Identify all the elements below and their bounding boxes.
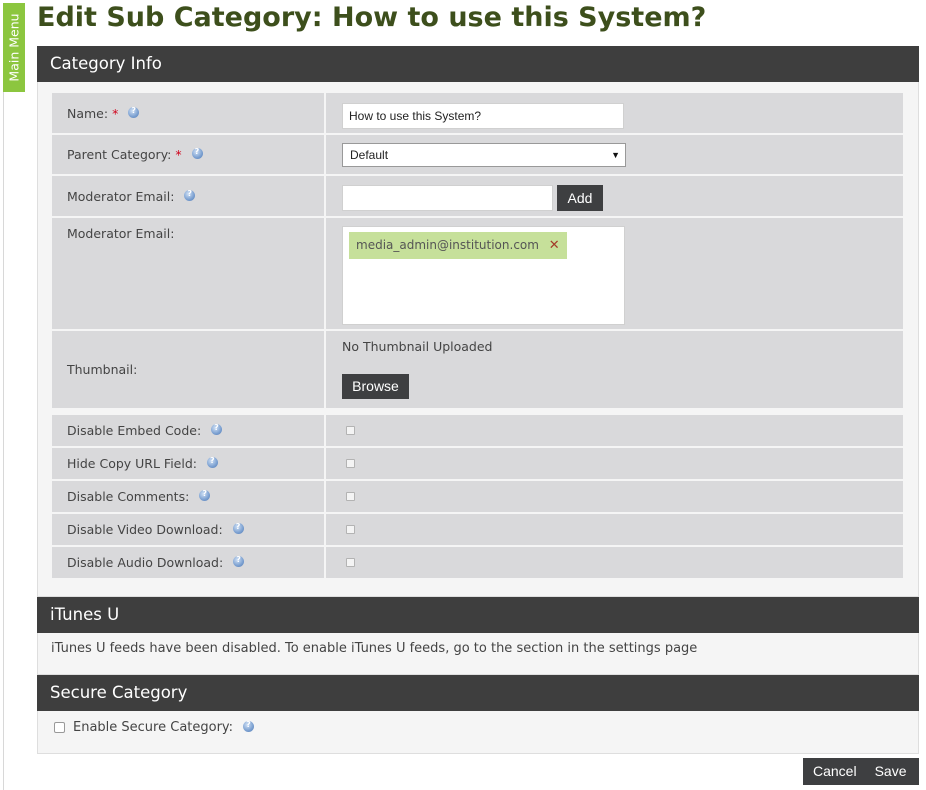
category-info-header: Category Info — [37, 46, 919, 82]
required-marker: * — [112, 105, 119, 121]
parent-category-select[interactable]: Default ▼ — [342, 143, 626, 167]
help-icon[interactable] — [128, 106, 140, 118]
disable-video-download-label-cell: Disable Video Download: — [52, 514, 324, 545]
thumbnail-status: No Thumbnail Uploaded — [342, 339, 493, 354]
moderator-email-list-label: Moderator Email: — [67, 226, 175, 241]
disable-audio-download-label: Disable Audio Download: — [67, 555, 224, 570]
name-input[interactable]: How to use this System? — [342, 103, 624, 129]
thumbnail-row: Thumbnail: No Thumbnail Uploaded Browse — [52, 331, 903, 408]
name-value-cell: How to use this System? — [326, 93, 903, 133]
help-icon[interactable] — [207, 456, 218, 468]
email-tag-text: media_admin@institution.com — [356, 238, 539, 252]
itunes-message: iTunes U feeds have been disabled. To en… — [51, 641, 698, 656]
moderator-email-label: Moderator Email: — [67, 188, 175, 204]
left-rule — [3, 92, 4, 790]
footer-actions: Cancel Save — [803, 758, 919, 785]
disable-video-download-checkbox[interactable] — [346, 525, 355, 534]
page-title: Edit Sub Category: How to use this Syste… — [37, 2, 707, 33]
disable-embed-code-label-cell: Disable Embed Code: — [52, 415, 324, 446]
disable-audio-download-label-cell: Disable Audio Download: — [52, 547, 324, 578]
disable-audio-download-row: Disable Audio Download: — [52, 547, 903, 578]
disable-comments-checkbox[interactable] — [346, 492, 355, 501]
browse-button[interactable]: Browse — [342, 374, 409, 399]
moderator-email-list-label-cell: Moderator Email: — [52, 218, 324, 329]
thumbnail-label-cell: Thumbnail: — [52, 331, 324, 408]
name-row: Name: * How to use this System? — [52, 93, 903, 133]
moderator-email-list: media_admin@institution.com ✕ — [342, 226, 625, 325]
disable-video-download-row: Disable Video Download: — [52, 514, 903, 545]
moderator-email-value-cell: Add — [326, 176, 903, 216]
parent-category-label: Parent Category: — [67, 147, 172, 162]
add-email-button[interactable]: Add — [557, 185, 603, 211]
moderator-email-input[interactable] — [342, 185, 553, 211]
disable-comments-label-cell: Disable Comments: — [52, 481, 324, 512]
help-icon[interactable] — [211, 423, 223, 435]
parent-category-label-cell: Parent Category: * — [52, 135, 324, 174]
disable-audio-download-value-cell — [326, 547, 903, 578]
disable-embed-code-row: Disable Embed Code: — [52, 415, 903, 446]
moderator-email-list-row: Moderator Email: media_admin@institution… — [52, 218, 903, 329]
required-marker: * — [175, 147, 182, 162]
thumbnail-value-cell: No Thumbnail Uploaded Browse — [326, 331, 903, 408]
disable-video-download-value-cell — [326, 514, 903, 545]
help-icon[interactable] — [199, 489, 211, 501]
disable-embed-code-value-cell — [326, 415, 903, 446]
disable-comments-row: Disable Comments: — [52, 481, 903, 512]
disable-embed-code-checkbox[interactable] — [346, 426, 355, 435]
hide-copy-url-label-cell: Hide Copy URL Field: — [52, 448, 324, 479]
hide-copy-url-label: Hide Copy URL Field: — [67, 456, 197, 471]
hide-copy-url-row: Hide Copy URL Field: — [52, 448, 903, 479]
disable-comments-label: Disable Comments: — [67, 489, 190, 504]
main-menu-label: Main Menu — [6, 13, 22, 82]
name-label-cell: Name: * — [52, 93, 324, 133]
main-menu-tab[interactable]: Main Menu — [3, 3, 25, 92]
moderator-email-input-row: Moderator Email: Add — [52, 176, 903, 216]
parent-category-selected: Default — [350, 148, 389, 162]
hide-copy-url-checkbox[interactable] — [346, 459, 355, 468]
disable-video-download-label: Disable Video Download: — [67, 522, 223, 537]
name-label: Name: — [67, 105, 109, 121]
thumbnail-label: Thumbnail: — [67, 362, 138, 377]
hide-copy-url-value-cell — [326, 448, 903, 479]
secure-category-header: Secure Category — [37, 675, 919, 711]
itunes-header: iTunes U — [37, 597, 919, 633]
email-tag: media_admin@institution.com ✕ — [349, 232, 567, 259]
enable-secure-category-row: Enable Secure Category: — [54, 720, 255, 735]
remove-email-icon[interactable]: ✕ — [549, 238, 560, 253]
save-button[interactable]: Save — [875, 758, 907, 785]
parent-category-value-cell: Default ▼ — [326, 135, 903, 174]
parent-category-row: Parent Category: * Default ▼ — [52, 135, 903, 174]
dropdown-arrow-icon: ▼ — [611, 150, 620, 160]
help-icon[interactable] — [233, 555, 245, 567]
disable-comments-value-cell — [326, 481, 903, 512]
enable-secure-category-label: Enable Secure Category: — [73, 720, 234, 735]
help-icon[interactable] — [191, 147, 203, 159]
help-icon[interactable] — [243, 720, 255, 732]
moderator-email-list-cell: media_admin@institution.com ✕ — [326, 218, 903, 329]
help-icon[interactable] — [232, 522, 244, 534]
enable-secure-category-checkbox[interactable] — [54, 722, 65, 733]
cancel-button[interactable]: Cancel — [813, 758, 857, 785]
moderator-email-label-cell: Moderator Email: — [52, 176, 324, 216]
disable-audio-download-checkbox[interactable] — [346, 558, 355, 567]
help-icon[interactable] — [184, 189, 196, 201]
disable-embed-code-label: Disable Embed Code: — [67, 423, 202, 438]
